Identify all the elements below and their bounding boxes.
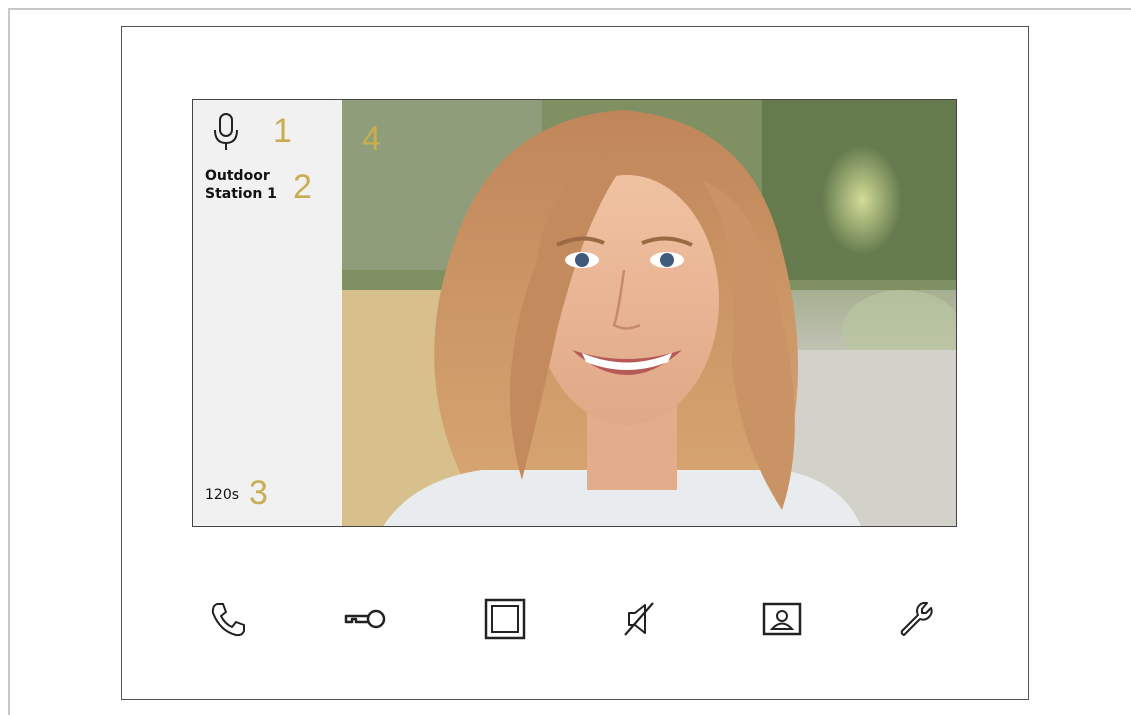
key-icon — [344, 609, 386, 629]
call-button[interactable] — [201, 594, 255, 644]
call-info-panel: 1 Outdoor Station 1 2 120s 3 — [193, 100, 342, 526]
microphone-icon[interactable] — [211, 112, 241, 152]
callout-1: 1 — [273, 112, 292, 150]
snapshot-button[interactable] — [755, 594, 809, 644]
screen-frame-icon — [484, 598, 526, 640]
callout-3: 3 — [249, 474, 268, 512]
contact-card-icon — [762, 602, 802, 636]
caller-name: Outdoor Station 1 — [205, 167, 300, 203]
video-feed[interactable]: 4 — [342, 100, 956, 526]
caller-name-line1: Outdoor — [205, 168, 270, 184]
screen-button[interactable] — [478, 594, 532, 644]
wrench-icon — [900, 601, 933, 636]
mute-button[interactable] — [612, 594, 666, 644]
phone-handset-icon — [211, 603, 245, 637]
caller-name-line2: Station 1 — [205, 186, 277, 202]
video-image — [342, 100, 956, 526]
intercom-screen: 1 Outdoor Station 1 2 120s 3 4 — [192, 99, 957, 527]
mute-speaker-icon — [624, 602, 654, 636]
callout-2: 2 — [293, 168, 312, 206]
talk-timer: 120s — [205, 487, 240, 503]
settings-button[interactable] — [889, 594, 943, 644]
callout-4: 4 — [362, 120, 381, 158]
door-open-button[interactable] — [338, 594, 392, 644]
